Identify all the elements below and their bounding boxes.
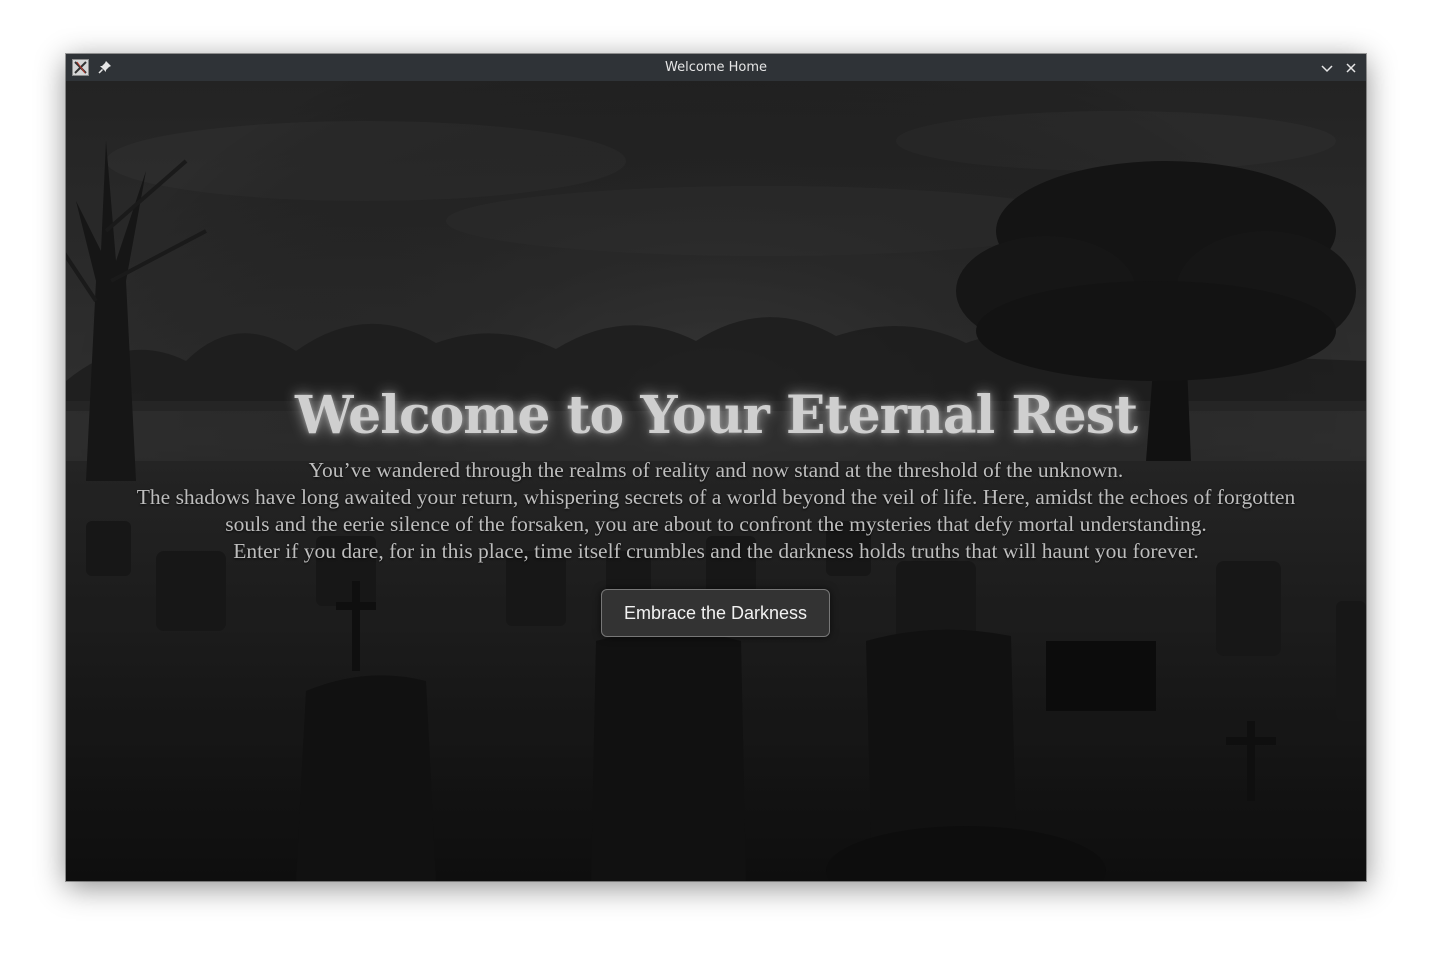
page-title: Welcome to Your Eternal Rest	[294, 385, 1138, 446]
embrace-darkness-button[interactable]: Embrace the Darkness	[601, 589, 830, 637]
intro-line: The shadows have long awaited your retur…	[136, 485, 1296, 509]
window-title: Welcome Home	[665, 60, 767, 75]
app-window: Welcome Home Welcome to Your Eternal Res…	[66, 54, 1366, 881]
title-bar[interactable]: Welcome Home	[66, 54, 1366, 81]
close-icon[interactable]	[1342, 59, 1360, 77]
chevron-down-icon[interactable]	[1318, 59, 1336, 77]
intro-line: souls and the eerie silence of the forsa…	[225, 512, 1207, 536]
page-content: Welcome to Your Eternal Rest You’ve wand…	[66, 81, 1366, 881]
intro-line: You’ve wandered through the realms of re…	[308, 458, 1124, 482]
intro-line: Enter if you dare, for in this place, ti…	[233, 539, 1199, 563]
intro-paragraph: You’ve wandered through the realms of re…	[66, 457, 1366, 565]
